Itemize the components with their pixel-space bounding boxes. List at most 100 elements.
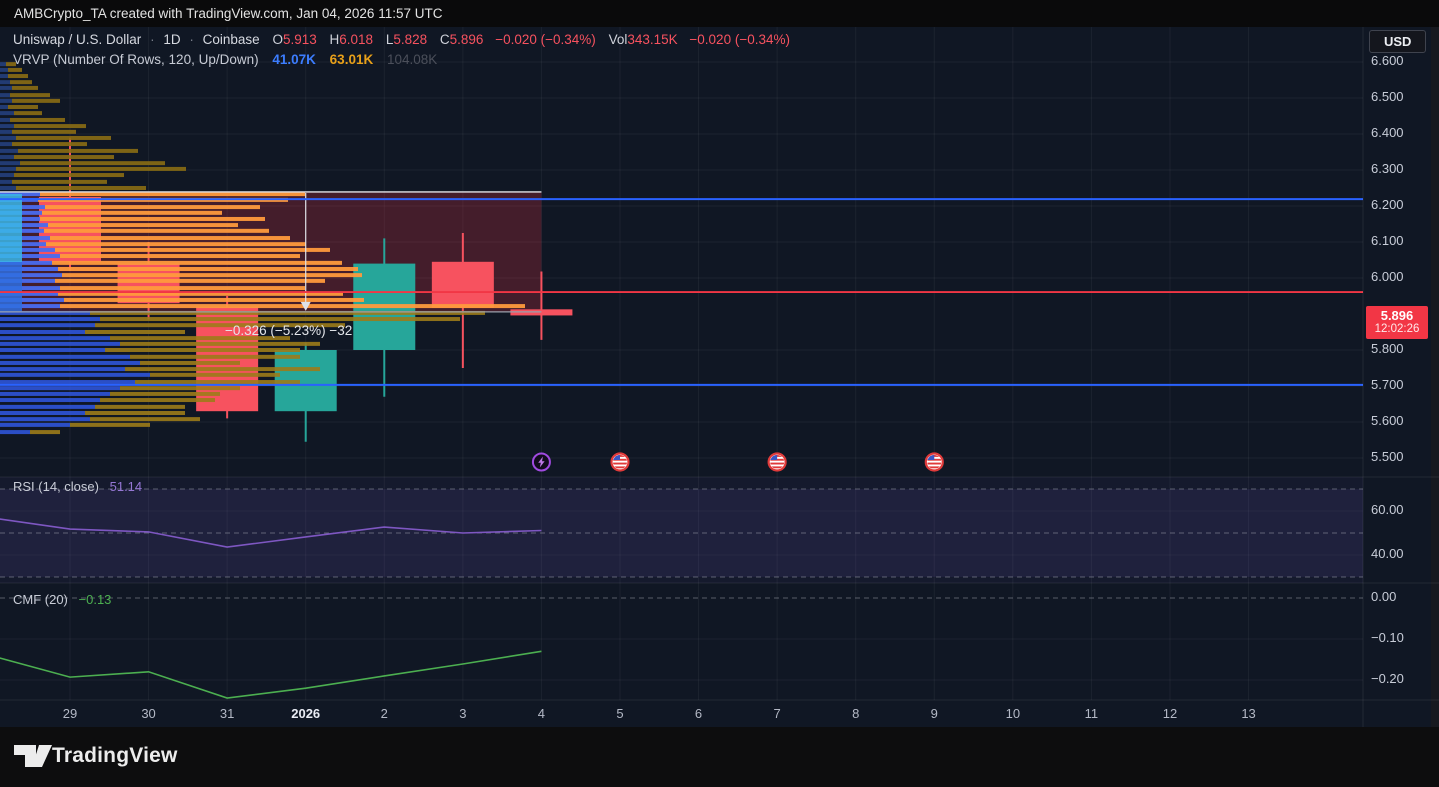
chart-canvas[interactable]: −0.326 (−5.23%) −32	[0, 0, 1439, 787]
price-tick-label: 5.800	[1371, 341, 1404, 356]
price-tick-label: 6.400	[1371, 125, 1404, 140]
volume-profile-row	[0, 124, 86, 128]
us-flag-icon[interactable]	[926, 454, 943, 471]
volume-profile-row	[0, 279, 325, 283]
volume-profile-row	[0, 355, 300, 359]
time-axis-label: 4	[538, 706, 545, 721]
volume-profile-row	[0, 105, 38, 109]
tradingview-brand-text[interactable]: TradingView	[52, 744, 178, 768]
cmf-legend[interactable]: CMF (20) −0.13	[13, 592, 111, 607]
volume-profile-row	[0, 130, 76, 134]
volume-profile-row	[0, 380, 300, 384]
price-tick-label: 6.500	[1371, 89, 1404, 104]
price-tick-label: 6.600	[1371, 53, 1404, 68]
volume-profile-row	[0, 223, 238, 227]
volume-profile-row	[0, 86, 38, 90]
time-axis-label: 10	[1006, 706, 1020, 721]
volume-profile-row	[0, 180, 107, 184]
time-axis[interactable]: 29303120262345678910111213	[0, 700, 1363, 727]
volume-profile-row	[0, 211, 222, 215]
rsi-tick-label: 60.00	[1371, 502, 1404, 517]
tradingview-logo-icon[interactable]	[12, 742, 52, 772]
vrvp-legend[interactable]: VRVP (Number Of Rows, 120, Up/Down) 41.0…	[13, 52, 437, 67]
volume-profile-row	[0, 267, 358, 271]
volume-profile-row	[0, 167, 186, 171]
attribution-text: AMBCrypto_TA created with TradingView.co…	[14, 6, 442, 21]
volume-profile-row	[0, 93, 50, 97]
measure-label: −0.326 (−5.23%) −32	[225, 323, 352, 338]
volume-profile-row	[0, 248, 330, 252]
time-axis-label: 3	[459, 706, 466, 721]
vrvp-down-value: 63.01K	[330, 52, 374, 67]
price-tick-label: 6.300	[1371, 161, 1404, 176]
attribution-bar: AMBCrypto_TA created with TradingView.co…	[0, 0, 1439, 27]
interval-label[interactable]: 1D	[163, 32, 180, 47]
cmf-tick-label: 0.00	[1371, 589, 1396, 604]
volume-profile-row	[0, 205, 260, 209]
profile-hot-strip	[0, 262, 22, 312]
volume-profile-row	[0, 286, 305, 290]
volume-profile-row	[0, 430, 60, 434]
low-value: 5.828	[393, 32, 427, 47]
open-value: 5.913	[283, 32, 317, 47]
volume-change-value: −0.020 (−0.34%)	[689, 32, 790, 47]
time-axis-label: 5	[616, 706, 623, 721]
volume-profile-row	[0, 118, 65, 122]
rsi-label[interactable]: RSI (14, close)	[13, 479, 99, 494]
volume-value: 343.15K	[627, 32, 677, 47]
volume-profile-row	[0, 342, 320, 346]
volume-profile-row	[0, 261, 342, 265]
volume-profile-row	[0, 348, 300, 352]
volume-label: Vol	[609, 32, 628, 47]
rsi-tick-label: 40.00	[1371, 546, 1404, 561]
volume-profile-row	[0, 161, 165, 165]
symbol-legend[interactable]: Uniswap / U.S. Dollar · 1D · Coinbase O5…	[13, 32, 790, 47]
price-tick-label: 5.700	[1371, 377, 1404, 392]
time-axis-label: 29	[63, 706, 77, 721]
volume-profile-row	[0, 330, 185, 334]
time-axis-label: 31	[220, 706, 234, 721]
volume-profile-row	[0, 392, 220, 396]
last-price-label: 5.896 12:02:26	[1366, 306, 1428, 339]
volume-profile-row	[0, 186, 146, 190]
time-axis-label: 8	[852, 706, 859, 721]
symbol-name[interactable]: Uniswap / U.S. Dollar	[13, 32, 141, 47]
separator: ·	[150, 32, 155, 47]
close-value: 5.896	[450, 32, 484, 47]
volume-profile-row	[0, 149, 138, 153]
volume-profile-row	[0, 423, 150, 427]
rsi-legend[interactable]: RSI (14, close) 51.14	[13, 479, 142, 494]
bar-countdown: 12:02:26	[1366, 323, 1428, 336]
volume-profile-row	[0, 411, 185, 415]
price-tick-label: 5.600	[1371, 413, 1404, 428]
price-tick-label: 6.000	[1371, 269, 1404, 284]
us-flag-icon[interactable]	[769, 454, 786, 471]
volume-profile-row	[0, 155, 114, 159]
cmf-tick-label: −0.10	[1371, 630, 1404, 645]
time-axis-label: 9	[931, 706, 938, 721]
volume-profile-row	[0, 136, 111, 140]
time-axis-label: 11	[1085, 706, 1099, 721]
currency-toggle-label: USD	[1384, 34, 1411, 49]
volume-profile-row	[0, 68, 22, 72]
price-tick-label: 6.100	[1371, 233, 1404, 248]
volume-profile-row	[0, 361, 240, 365]
volume-profile-row	[0, 217, 265, 221]
volume-profile-row	[0, 367, 320, 371]
time-axis-label: 2	[381, 706, 388, 721]
close-label: C	[440, 32, 450, 47]
vrvp-label[interactable]: VRVP (Number Of Rows, 120, Up/Down)	[13, 52, 259, 67]
high-label: H	[330, 32, 340, 47]
profile-hot-strip	[0, 194, 22, 262]
us-flag-icon[interactable]	[611, 454, 628, 471]
price-scale[interactable]: 6.600 6.500 6.400 6.300 6.200 6.100 6.000 5.800…	[1363, 27, 1439, 700]
cmf-label[interactable]: CMF (20)	[13, 592, 68, 607]
lightning-icon[interactable]	[533, 454, 550, 471]
price-tick-label: 6.200	[1371, 197, 1404, 212]
currency-toggle-button[interactable]: USD	[1369, 30, 1426, 53]
volume-profile-row	[0, 386, 240, 390]
volume-profile-row	[0, 298, 364, 302]
volume-profile-row	[0, 173, 124, 177]
tradingview-chart-window: −0.326 (−5.23%) −32 AMBCrypto_TA created…	[0, 0, 1439, 787]
volume-profile-row	[0, 111, 42, 115]
